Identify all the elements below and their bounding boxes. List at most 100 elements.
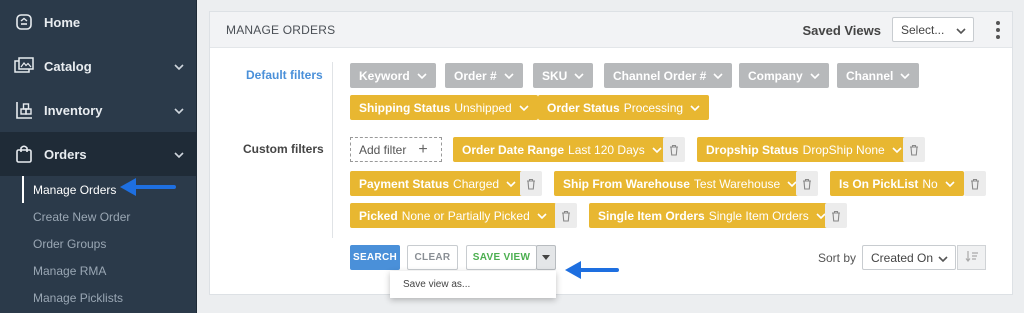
- sidebar-subitem-manage-picklists[interactable]: Manage Picklists: [0, 284, 196, 311]
- sort-by-value: Created On: [871, 250, 934, 265]
- chevron-down-icon: [519, 101, 529, 115]
- trash-icon[interactable]: [964, 171, 986, 196]
- single-item-orders-filter-chip[interactable]: Single Item Orders Single Item Orders: [589, 203, 835, 228]
- channel-order-filter-chip[interactable]: Channel Order #: [604, 63, 733, 88]
- chip-value: Last 120 Days: [568, 142, 645, 157]
- is-on-picklist-filter-chip[interactable]: Is On PickList No: [830, 171, 964, 196]
- trash-icon[interactable]: [903, 137, 925, 162]
- chevron-down-icon: [504, 69, 514, 83]
- sidebar-item-label: Orders: [44, 146, 87, 162]
- chevron-down-icon: [537, 209, 547, 223]
- clear-button[interactable]: CLEAR: [407, 245, 458, 270]
- chevron-down-icon: [574, 69, 584, 83]
- sidebar-subitem-order-groups[interactable]: Order Groups: [0, 230, 196, 257]
- saved-views-select[interactable]: Select...: [892, 17, 974, 42]
- chip-key: Picked: [359, 208, 398, 223]
- sku-filter-chip[interactable]: SKU: [533, 63, 594, 88]
- shipping-status-filter-chip[interactable]: Shipping Status Unshipped: [350, 95, 538, 120]
- divider: [332, 62, 333, 238]
- plus-icon: +: [418, 140, 428, 158]
- chip-value: No: [922, 176, 938, 191]
- ship-from-warehouse-filter-chip[interactable]: Ship From Warehouse Test Warehouse: [554, 171, 807, 196]
- chip-key: Ship From Warehouse: [563, 176, 690, 191]
- chip-value: DropShip None: [802, 142, 885, 157]
- chevron-down-icon: [174, 103, 184, 118]
- caret-down-icon: [542, 252, 550, 263]
- custom-filters-label: Custom filters: [243, 142, 324, 156]
- sidebar-item-catalog[interactable]: Catalog: [0, 44, 196, 88]
- chevron-down-icon: [690, 101, 700, 115]
- sort-by-select[interactable]: Created On: [862, 245, 956, 270]
- trash-icon[interactable]: [825, 203, 847, 228]
- sort-direction-button[interactable]: [957, 245, 986, 270]
- chip-value: Charged: [453, 176, 500, 191]
- sidebar-subitem-create-new-order[interactable]: Create New Order: [0, 203, 196, 230]
- search-button[interactable]: SEARCH: [350, 245, 400, 270]
- chip-label: Keyword: [359, 68, 410, 83]
- sidebar-item-label: Inventory: [44, 102, 103, 118]
- more-options-icon[interactable]: [996, 21, 1000, 39]
- orders-icon: [14, 144, 34, 164]
- chip-label: SKU: [542, 68, 568, 83]
- picked-filter-chip[interactable]: Picked None or Partially Picked: [350, 203, 556, 228]
- chevron-down-icon: [652, 143, 662, 157]
- sort-descending-icon: [965, 249, 979, 267]
- saved-views-label: Saved Views: [802, 23, 881, 38]
- chip-key: Order Status: [547, 100, 620, 115]
- order-number-filter-chip[interactable]: Order #: [445, 63, 523, 88]
- add-filter-button[interactable]: Add filter +: [350, 137, 442, 162]
- trash-icon[interactable]: [520, 171, 542, 196]
- home-icon: [14, 12, 34, 32]
- channel-filter-chip[interactable]: Channel: [837, 63, 920, 88]
- chip-label: Company: [748, 68, 803, 83]
- saved-views-value: Select...: [901, 22, 945, 37]
- chevron-down-icon: [892, 143, 902, 157]
- payment-status-filter-chip[interactable]: Payment Status Charged: [350, 171, 526, 196]
- sidebar-item-orders[interactable]: Orders: [0, 132, 196, 176]
- save-view-button[interactable]: SAVE VIEW: [466, 245, 537, 270]
- save-view-as-label: Save view as...: [403, 279, 471, 290]
- chevron-down-icon: [810, 69, 820, 83]
- trash-icon[interactable]: [796, 171, 818, 196]
- chip-key: Order Date Range: [462, 142, 565, 157]
- sort-by-label: Sort by: [818, 251, 857, 265]
- chip-value: Processing: [623, 100, 684, 115]
- page-title: MANAGE ORDERS: [226, 22, 336, 37]
- manage-orders-panel: MANAGE ORDERS Saved Views Select... Defa…: [209, 11, 1013, 295]
- chevron-down-icon: [174, 59, 184, 74]
- chevron-down-icon: [945, 177, 955, 191]
- sidebar-item-label: Catalog: [44, 58, 92, 74]
- trash-icon[interactable]: [663, 137, 685, 162]
- arrow-annotation-icon: [565, 261, 619, 279]
- chip-key: Shipping Status: [359, 100, 451, 115]
- sidebar-item-inventory[interactable]: Inventory: [0, 88, 196, 132]
- trash-icon[interactable]: [555, 203, 577, 228]
- chevron-down-icon: [417, 69, 427, 83]
- chevron-down-icon: [506, 177, 516, 191]
- chevron-down-icon: [938, 252, 948, 266]
- chip-key: Single Item Orders: [598, 208, 705, 223]
- chip-value: Test Warehouse: [693, 176, 781, 191]
- chip-value: Single Item Orders: [708, 208, 809, 223]
- chevron-down-icon: [900, 69, 910, 83]
- add-filter-label: Add filter: [359, 142, 407, 157]
- panel-header: MANAGE ORDERS Saved Views Select...: [210, 12, 1012, 48]
- chip-label: Order #: [454, 68, 497, 83]
- save-view-as-menu-item[interactable]: Save view as...: [390, 271, 556, 298]
- order-status-filter-chip[interactable]: Order Status Processing: [538, 95, 710, 120]
- chip-label: Channel Order #: [613, 68, 707, 83]
- dropship-status-filter-chip[interactable]: Dropship Status DropShip None: [697, 137, 911, 162]
- sidebar-item-home[interactable]: Home: [0, 0, 196, 44]
- chip-value: Unshipped: [454, 100, 512, 115]
- chevron-down-icon: [174, 147, 184, 162]
- default-filters-label: Default filters: [246, 68, 323, 82]
- chevron-down-icon: [956, 24, 966, 38]
- company-filter-chip[interactable]: Company: [739, 63, 829, 88]
- chip-value: None or Partially Picked: [401, 208, 530, 223]
- keyword-filter-chip[interactable]: Keyword: [350, 63, 436, 88]
- sidebar-subitem-manage-rma[interactable]: Manage RMA: [0, 257, 196, 284]
- chip-key: Is On PickList: [839, 176, 919, 191]
- catalog-icon: [14, 56, 34, 76]
- save-view-dropdown-toggle[interactable]: [536, 245, 556, 270]
- order-date-range-filter-chip[interactable]: Order Date Range Last 120 Days: [453, 137, 671, 162]
